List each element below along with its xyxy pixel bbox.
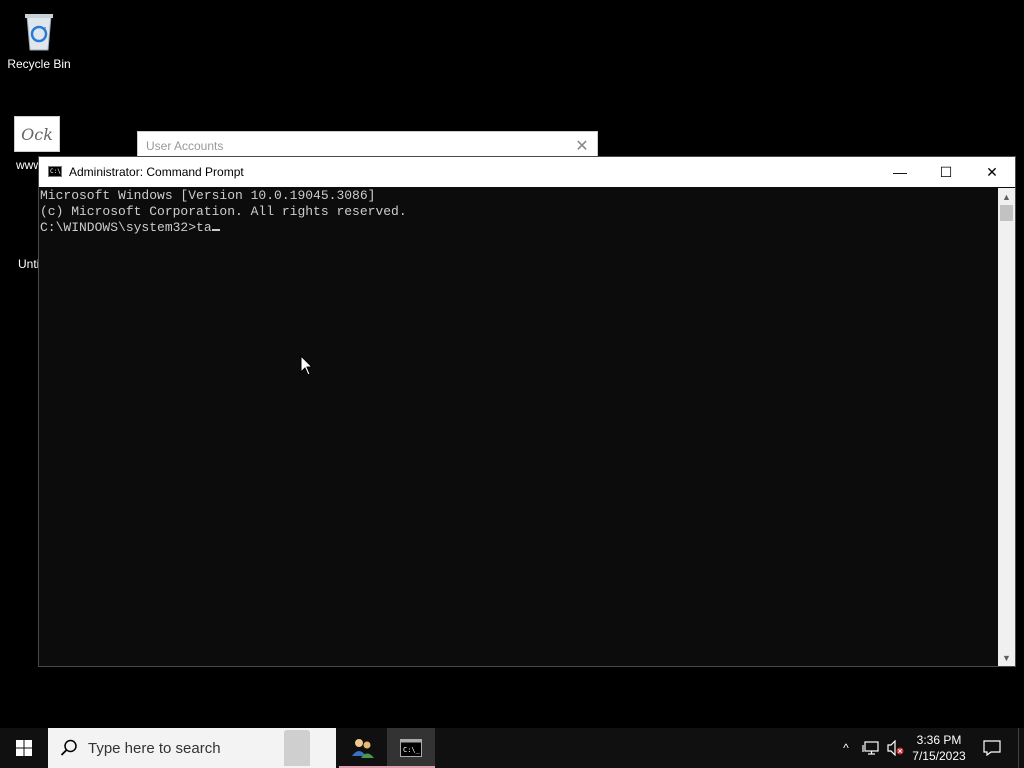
minimize-button[interactable]: — [877,157,923,187]
scroll-thumb[interactable] [1000,205,1013,221]
console-prompt: C:\WINDOWS\system32>ta [40,220,212,235]
close-button[interactable]: ✕ [969,157,1015,187]
volume-muted-icon [887,740,904,756]
console-output[interactable]: Microsoft Windows [Version 10.0.19045.30… [39,188,998,666]
title-bar[interactable]: C:\ Administrator: Command Prompt — ☐ ✕ [39,157,1015,187]
document-shortcut[interactable]: Ock [10,116,64,152]
recycle-bin-label: Recycle Bin [7,57,71,71]
search-box[interactable]: Type here to search [48,728,336,768]
vertical-scrollbar[interactable]: ▲ ▼ [998,188,1015,666]
search-placeholder: Type here to search [88,740,221,757]
console-line: Microsoft Windows [Version 10.0.19045.30… [40,188,376,203]
clock[interactable]: 3:36 PM 7/15/2023 [906,732,972,764]
search-highlight-icon [284,730,310,766]
console-prompt-line: C:\WINDOWS\system32>ta [40,220,998,236]
svg-text:C:\_: C:\_ [403,746,421,754]
network-icon [862,741,879,755]
user-accounts-title: User Accounts [146,139,224,153]
text-cursor [211,229,220,231]
scroll-down-button[interactable]: ▼ [998,649,1015,666]
show-hidden-icons-button[interactable]: ^ [836,728,856,768]
windows-logo-icon [16,740,32,756]
notification-icon [983,740,1001,756]
command-prompt-window[interactable]: C:\ Administrator: Command Prompt — ☐ ✕ … [38,156,1016,667]
network-button[interactable] [860,728,882,768]
clock-time: 3:36 PM [916,733,962,747]
document-thumbnail-text: Ock [21,124,53,144]
start-button[interactable] [0,728,48,768]
action-center-button[interactable] [978,728,1006,768]
users-icon [352,739,374,758]
search-icon [60,739,77,756]
user-accounts-close-button[interactable]: ✕ [573,136,591,156]
window-title: Administrator: Command Prompt [69,165,244,179]
document-thumbnail-icon: Ock [14,116,60,152]
clock-date: 7/15/2023 [912,749,966,763]
taskbar: Type here to search C:\_ ^ 3:36 PM 7/15/… [0,728,1024,768]
volume-button[interactable] [884,728,906,768]
maximize-button[interactable]: ☐ [923,157,969,187]
scroll-up-button[interactable]: ▲ [998,188,1015,205]
command-prompt-icon: C:\_ [400,739,422,757]
console-line: (c) Microsoft Corporation. All rights re… [40,204,407,219]
taskbar-command-prompt-app[interactable]: C:\_ [387,728,435,768]
recycle-bin-shortcut[interactable]: Recycle Bin [4,8,74,71]
taskbar-user-accounts-app[interactable] [339,728,387,768]
command-prompt-icon: C:\ [48,166,62,177]
document-label-fragment: Unti [18,257,40,271]
recycle-bin-icon [25,14,53,51]
mouse-pointer-icon [300,355,314,376]
show-desktop-button[interactable] [1018,728,1024,768]
